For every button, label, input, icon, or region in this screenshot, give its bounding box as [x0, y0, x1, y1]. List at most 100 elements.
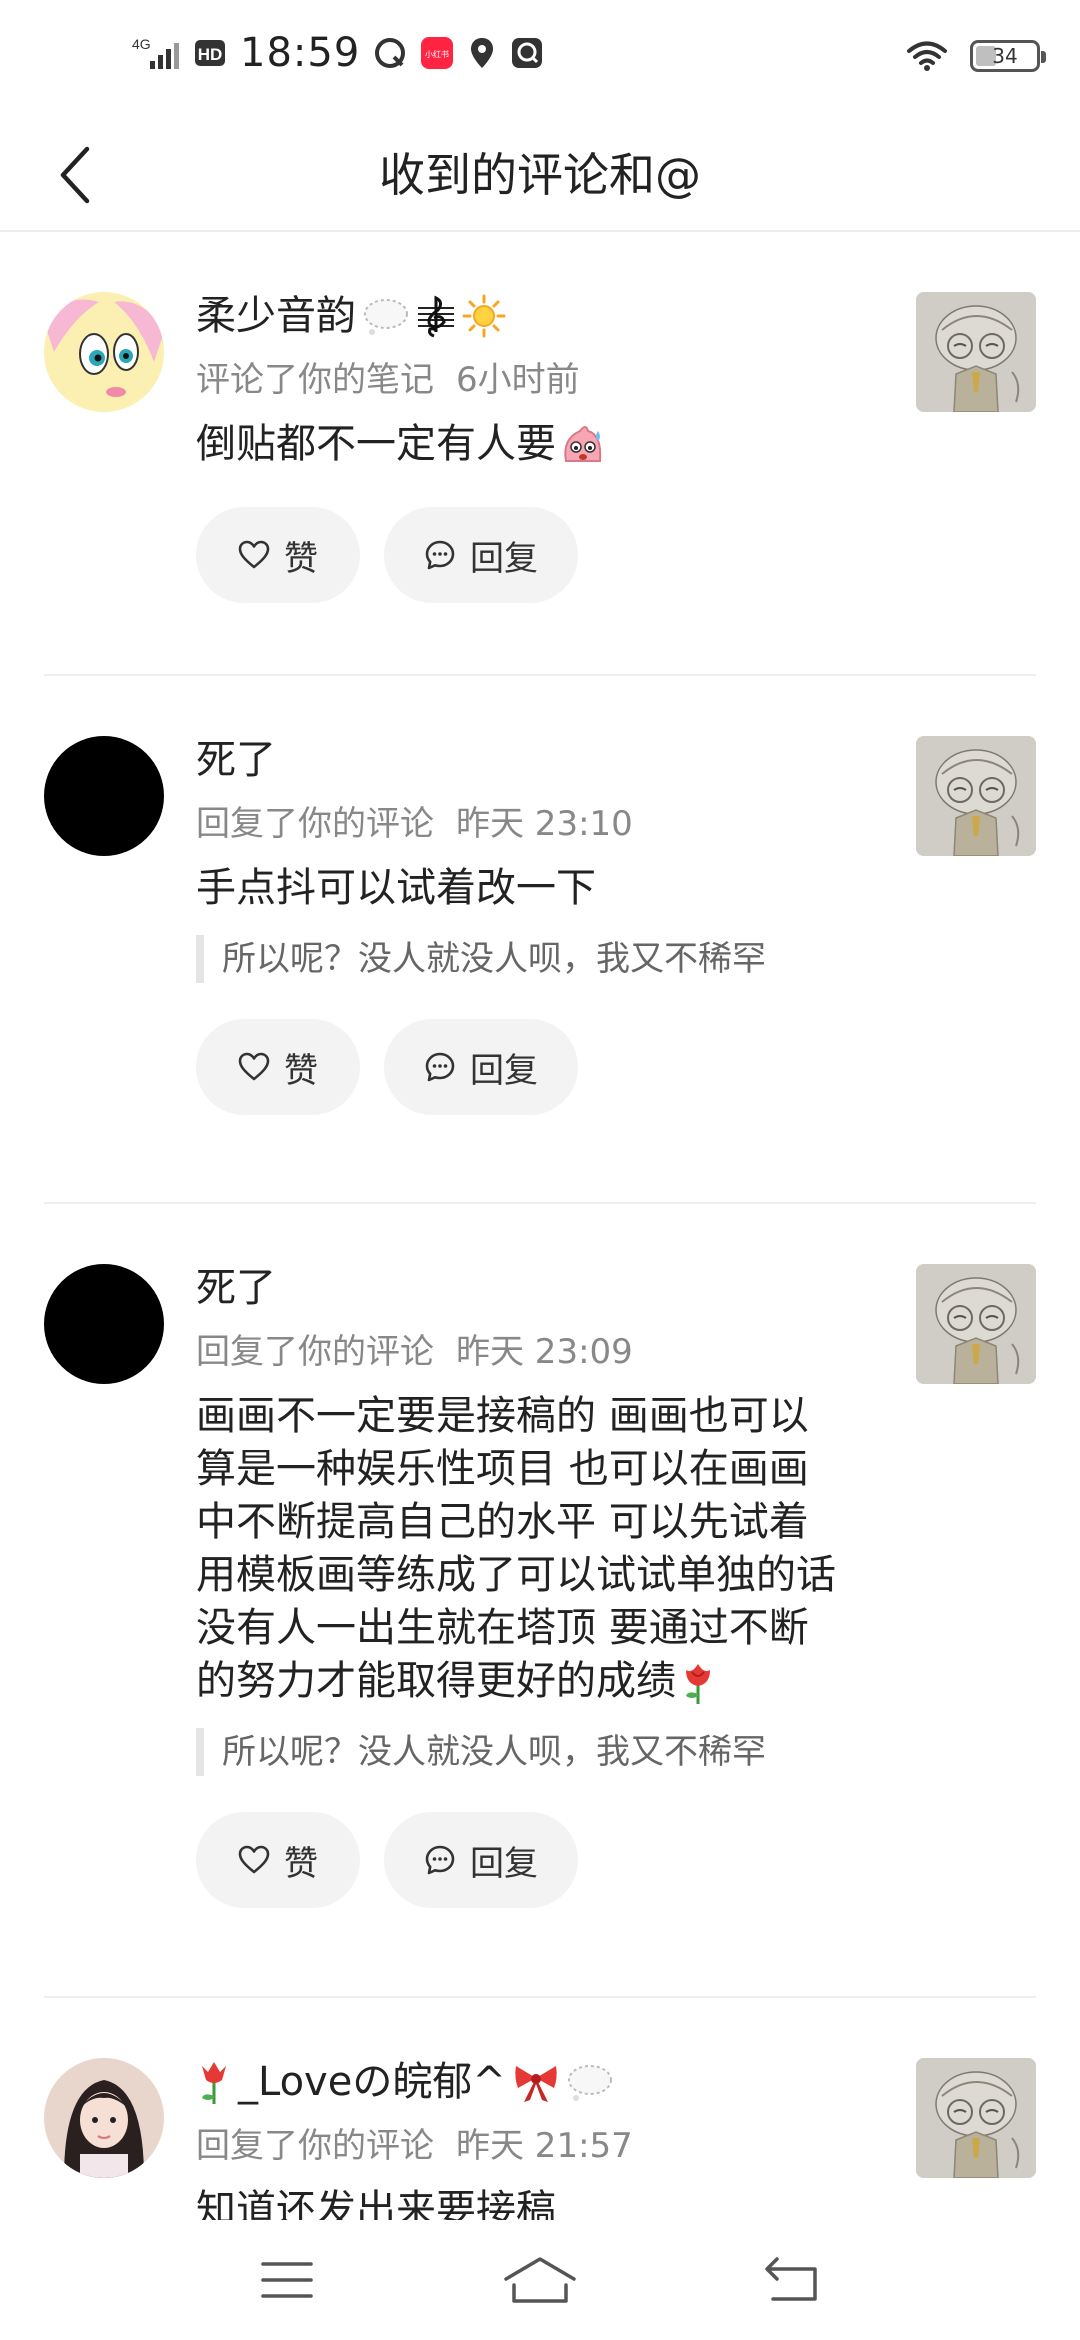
heart-icon [238, 540, 270, 569]
username[interactable]: 死了 [196, 732, 876, 788]
note-thumbnail[interactable] [916, 736, 1036, 856]
username-text: _Loveの皖郁^ [238, 2059, 506, 2105]
comment-line: 中不断提高自己的水平 可以先试着 [196, 1499, 809, 1545]
username[interactable]: 柔少音韵 [196, 288, 876, 344]
message-app-icon [510, 35, 544, 71]
home-button[interactable] [495, 2245, 585, 2315]
action-text: 回复了你的评论 [196, 1332, 434, 1372]
location-icon [468, 35, 496, 71]
like-button[interactable]: 赞 [196, 1812, 360, 1908]
reply-button[interactable]: 回复 [384, 507, 578, 603]
action-bar: 赞 回复 [196, 1812, 876, 1908]
comment-meta: 回复了你的评论 昨天 23:10 [196, 800, 876, 848]
signal-icon: 4G [132, 35, 180, 71]
app-notification-icon [374, 35, 406, 71]
action-bar: 赞 回复 [196, 507, 876, 603]
username[interactable]: 死了 [196, 1260, 876, 1316]
comment-text[interactable]: 知道还发出来要接稿 [196, 2184, 876, 2220]
avatar[interactable] [44, 292, 164, 412]
comment-text[interactable]: 手点抖可以试着改一下 [196, 862, 876, 915]
comment-item[interactable]: 柔少音韵 评论了你的笔记 6小时前 倒贴都不一定有人要 赞 回复 [44, 232, 1036, 676]
username-text: 柔少音韵 [196, 293, 356, 339]
comment-item[interactable]: 死了 回复了你的评论 昨天 23:10 手点抖可以试着改一下 所以呢？没人就没人呗… [44, 676, 1036, 1204]
ribbon-icon [515, 2066, 557, 2102]
reply-label: 回复 [470, 1050, 538, 1091]
speech-bubble-icon [567, 2065, 612, 2101]
comment-text[interactable]: 画画不一定要是接稿的 画画也可以 算是一种娱乐性项目 也可以在画画 中不断提高自… [196, 1390, 876, 1708]
page-title: 收到的评论和@ [379, 148, 701, 202]
reply-button[interactable]: 回复 [384, 1019, 578, 1115]
username[interactable]: _Loveの皖郁^ [196, 2054, 876, 2110]
battery-level: 34 [992, 44, 1018, 68]
comment-line: 算是一种娱乐性项目 也可以在画画 [196, 1446, 809, 1492]
like-button[interactable]: 赞 [196, 507, 360, 603]
avatar[interactable] [44, 2058, 164, 2178]
action-text: 评论了你的笔记 [196, 360, 434, 400]
wifi-icon [906, 38, 948, 74]
hd-icon: HD [194, 35, 226, 71]
like-button[interactable]: 赞 [196, 1019, 360, 1115]
comment-meta: 回复了你的评论 昨天 23:09 [196, 1328, 876, 1376]
back-arrow-icon [765, 2257, 818, 2301]
comment-line: 没有人一出生就在塔顶 要通过不断 [196, 1605, 809, 1651]
comment-feed[interactable]: 柔少音韵 评论了你的笔记 6小时前 倒贴都不一定有人要 赞 回复 死了 回复了你… [0, 232, 1080, 2220]
reply-label: 回复 [470, 1843, 538, 1884]
username-text: 死了 [196, 1265, 276, 1311]
comment-bubble-icon [425, 540, 455, 570]
header: 收到的评论和@ [0, 120, 1080, 232]
reply-label: 回复 [470, 538, 538, 579]
status-bar: 4G HD 18:59 小红书 34 [0, 0, 1080, 120]
status-right: 34 [906, 38, 1046, 74]
note-thumbnail[interactable] [916, 1264, 1036, 1384]
battery-icon: 34 [970, 40, 1046, 72]
home-icon [504, 2257, 576, 2303]
sun-icon [462, 294, 506, 338]
menu-button[interactable] [242, 2245, 332, 2315]
reply-button[interactable]: 回复 [384, 1812, 578, 1908]
comment-text[interactable]: 倒贴都不一定有人要 [196, 418, 876, 471]
like-label: 赞 [284, 538, 318, 579]
tulip-icon [202, 2062, 226, 2104]
treble-clef-icon [418, 295, 454, 338]
back-nav-button[interactable] [748, 2245, 838, 2315]
avatar[interactable] [44, 736, 164, 856]
action-text: 回复了你的评论 [196, 2126, 434, 2166]
comment-bubble-icon [425, 1845, 455, 1875]
sweat-emoji-icon [564, 425, 602, 462]
username-text: 死了 [196, 737, 276, 783]
note-thumbnail[interactable] [916, 2058, 1036, 2178]
speech-bubble-icon [364, 299, 408, 335]
heart-icon [238, 1845, 270, 1874]
note-thumbnail[interactable] [916, 292, 1036, 412]
xiaohongshu-notification-icon: 小红书 [420, 35, 454, 71]
timestamp: 6小时前 [456, 360, 580, 400]
quoted-comment[interactable]: 所以呢？没人就没人呗，我又不稀罕 [196, 1728, 876, 1776]
status-left: 4G HD 18:59 小红书 [132, 30, 544, 76]
system-navigation-bar [0, 2220, 1080, 2340]
comment-meta: 回复了你的评论 昨天 21:57 [196, 2122, 876, 2170]
action-bar: 赞 回复 [196, 1019, 876, 1115]
comment-line: 的努力才能取得更好的成绩 [196, 1658, 676, 1704]
timestamp: 昨天 23:10 [456, 804, 633, 844]
comment-body: 倒贴都不一定有人要 [196, 421, 556, 467]
network-type: 4G [132, 36, 151, 52]
hd-label: HD [198, 45, 223, 64]
timestamp: 昨天 21:57 [456, 2126, 633, 2166]
status-time: 18:59 [240, 30, 361, 76]
timestamp: 昨天 23:09 [456, 1332, 633, 1372]
comment-item[interactable]: _Loveの皖郁^ 回复了你的评论 昨天 21:57 知道还发出来要接稿 [44, 1998, 1036, 2220]
like-label: 赞 [284, 1050, 318, 1091]
avatar[interactable] [44, 1264, 164, 1384]
comment-line: 用模板画等练成了可以试试单独的话 [196, 1552, 836, 1598]
comment-bubble-icon [425, 1052, 455, 1082]
comment-line: 画画不一定要是接稿的 画画也可以 [196, 1393, 809, 1439]
heart-icon [238, 1052, 270, 1081]
menu-icon [260, 2262, 313, 2298]
action-text: 回复了你的评论 [196, 804, 434, 844]
like-label: 赞 [284, 1843, 318, 1884]
app-badge-label: 小红书 [425, 49, 449, 59]
rose-icon [686, 1663, 710, 1704]
comment-meta: 评论了你的笔记 6小时前 [196, 356, 876, 404]
quoted-comment[interactable]: 所以呢？没人就没人呗，我又不稀罕 [196, 935, 876, 983]
comment-item[interactable]: 死了 回复了你的评论 昨天 23:09 画画不一定要是接稿的 画画也可以 算是一种… [44, 1204, 1036, 1998]
